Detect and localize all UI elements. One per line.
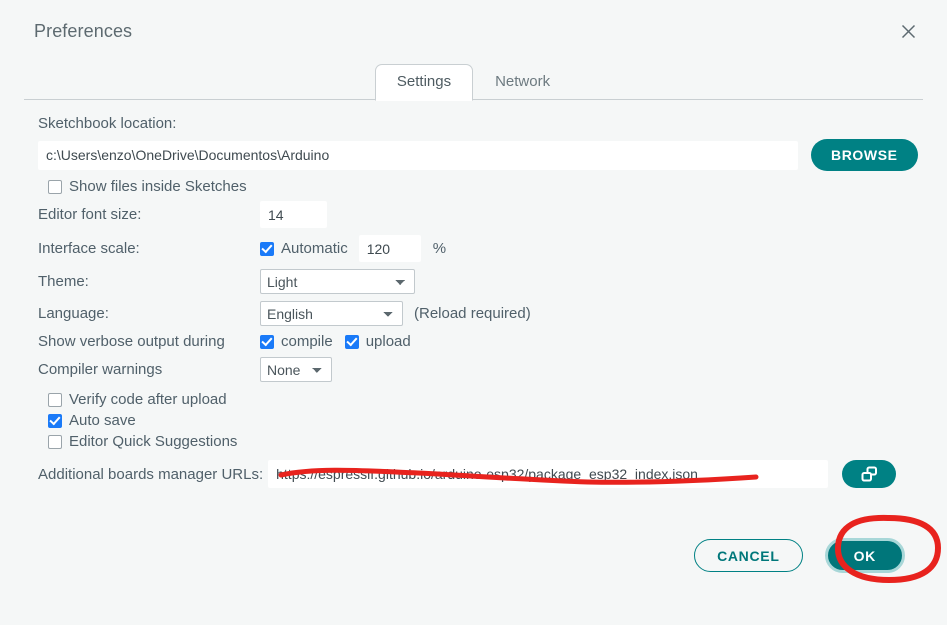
theme-row: Theme: Light bbox=[38, 269, 923, 294]
additional-urls-label: Additional boards manager URLs: bbox=[38, 465, 264, 483]
editor-font-size-input[interactable] bbox=[260, 201, 327, 228]
tabs-bar: Settings Network bbox=[24, 62, 923, 101]
verbose-upload-label: upload bbox=[365, 333, 411, 350]
tab-network[interactable]: Network bbox=[473, 64, 572, 100]
interface-scale-unit: % bbox=[432, 240, 447, 257]
browse-button[interactable]: BROWSE bbox=[811, 139, 918, 171]
show-files-inside-sketches-label: Show files inside Sketches bbox=[69, 178, 247, 195]
verbose-upload-checkbox[interactable] bbox=[344, 334, 359, 349]
verify-code-after-upload-label: Verify code after upload bbox=[69, 391, 227, 408]
compiler-warnings-select[interactable]: None bbox=[260, 357, 332, 382]
interface-scale-label: Interface scale: bbox=[38, 240, 140, 257]
additional-urls-expand-button[interactable] bbox=[842, 460, 897, 488]
verbose-output-label: Show verbose output during bbox=[38, 333, 225, 350]
editor-quick-suggestions-row: Editor Quick Suggestions bbox=[48, 433, 923, 450]
cancel-button[interactable]: CANCEL bbox=[694, 539, 803, 572]
interface-scale-input[interactable] bbox=[358, 235, 421, 262]
language-reload-note: (Reload required) bbox=[414, 305, 531, 322]
additional-urls-row: Additional boards manager URLs: bbox=[38, 460, 923, 488]
dialog-footer: CANCEL OK bbox=[694, 538, 905, 573]
additional-urls-input[interactable] bbox=[268, 460, 829, 488]
verify-code-after-upload-checkbox[interactable] bbox=[48, 392, 62, 407]
editor-font-size-row: Editor font size: bbox=[38, 201, 923, 228]
auto-save-checkbox[interactable] bbox=[48, 413, 62, 428]
compiler-warnings-row: Compiler warnings None bbox=[38, 357, 923, 382]
verify-code-row: Verify code after upload bbox=[48, 391, 923, 408]
editor-quick-suggestions-checkbox[interactable] bbox=[48, 434, 62, 449]
sketchbook-location-label: Sketchbook location: bbox=[38, 115, 177, 132]
show-files-inside-sketches-row: Show files inside Sketches bbox=[48, 178, 923, 195]
compiler-warnings-label: Compiler warnings bbox=[38, 361, 163, 378]
close-icon bbox=[901, 24, 915, 38]
interface-scale-automatic-label: Automatic bbox=[281, 240, 348, 257]
sketchbook-row: BROWSE bbox=[38, 139, 923, 171]
page-title: Preferences bbox=[34, 20, 133, 41]
ok-button[interactable]: OK bbox=[824, 538, 905, 573]
ok-button-wrapper: OK bbox=[824, 538, 905, 573]
auto-save-row: Auto save bbox=[48, 412, 923, 429]
verbose-compile-label: compile bbox=[281, 333, 333, 350]
editor-font-size-label: Editor font size: bbox=[38, 206, 142, 223]
language-label: Language: bbox=[38, 305, 109, 322]
dialog-titlebar: Preferences bbox=[0, 0, 947, 62]
editor-quick-suggestions-label: Editor Quick Suggestions bbox=[69, 433, 238, 450]
settings-form: Sketchbook location: BROWSE Show files i… bbox=[0, 100, 947, 488]
language-row: Language: English (Reload required) bbox=[38, 301, 923, 326]
language-select[interactable]: English bbox=[260, 301, 403, 326]
close-button[interactable] bbox=[891, 14, 925, 48]
interface-scale-row: Interface scale: Automatic % bbox=[38, 235, 923, 262]
interface-scale-automatic-checkbox[interactable] bbox=[260, 241, 274, 256]
tab-settings[interactable]: Settings bbox=[374, 64, 474, 101]
show-files-inside-sketches-checkbox[interactable] bbox=[48, 179, 62, 194]
theme-select[interactable]: Light bbox=[260, 269, 415, 294]
theme-label: Theme: bbox=[38, 273, 89, 290]
verbose-output-row: Show verbose output during compile uploa… bbox=[38, 333, 923, 350]
auto-save-label: Auto save bbox=[69, 412, 136, 429]
multi-window-icon bbox=[861, 466, 877, 481]
sketchbook-location-input[interactable] bbox=[38, 140, 798, 170]
verbose-compile-checkbox[interactable] bbox=[260, 334, 274, 349]
